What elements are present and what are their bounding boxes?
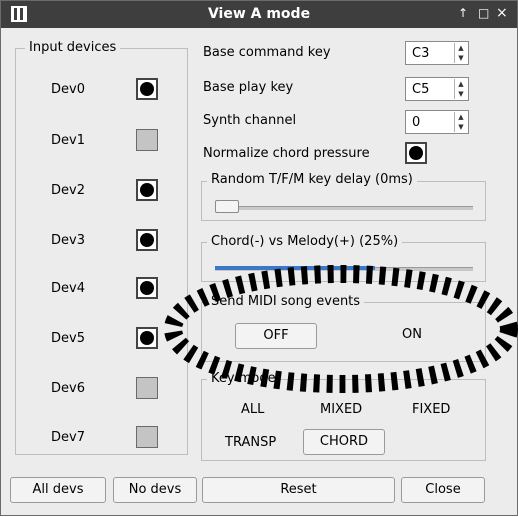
highlight-ellipse bbox=[164, 265, 518, 393]
dialog-window: View A mode ↑ □ × Input devices Dev0 Dev… bbox=[0, 0, 518, 516]
highlight-ellipse-overlay bbox=[164, 265, 518, 393]
